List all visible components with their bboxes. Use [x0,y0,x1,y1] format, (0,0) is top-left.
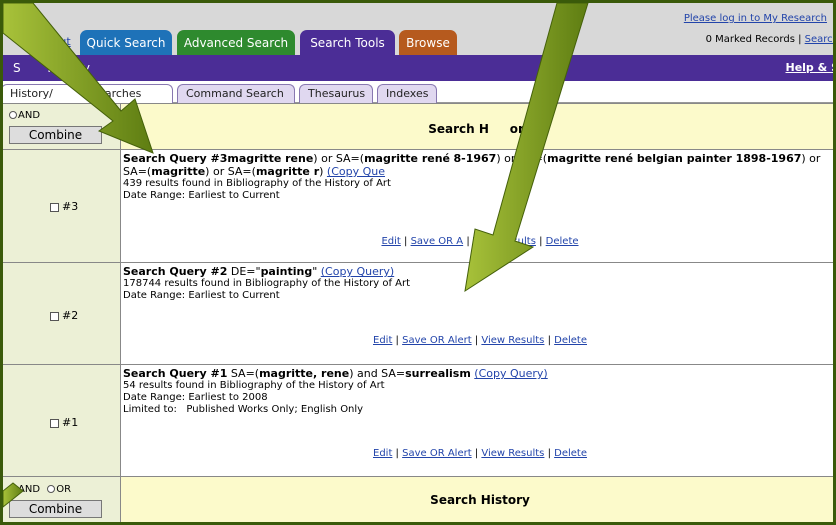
query-date-range-3: Date Range: Earliest to Current [123,190,280,201]
subtab-bar: History/ e Searches Command Search Thesa… [3,81,833,103]
query-detail-cell-3: Search Query #3magritte rene) or SA=(mag… [121,150,833,262]
login-my-research-link[interactable]: Please log in to My Research [684,13,827,24]
query-title-3: Search Query #3 [123,152,228,165]
marked-records: 0 Marked Records | Search [705,34,833,45]
radio-and-label-bottom: AND [18,484,41,495]
history-footer-title: Search History [430,493,530,507]
query-actions-3: Edit | Save OR A | View Results | Delete [381,236,579,247]
tab-advanced-search[interactable]: Advanced Search [177,30,295,55]
section-title: S History [13,61,91,75]
view-results-link-2[interactable]: View Results [481,335,544,346]
query-limits-1: Limited to: Published Works Only; Englis… [123,404,364,415]
subtab-indexes[interactable]: Indexes [377,84,437,103]
query-select-cell-1: #1 [3,365,121,476]
radio-and-label-top: AND [18,110,41,121]
query-results-1: 54 results found in Bibliography of the … [123,380,385,391]
query-expression-1: SA=(magritte, rene) and SA=surrealism [227,367,471,380]
top-navigation-bar: Logout Quick Search Advanced Search Sear… [3,3,833,55]
combine-button-bottom[interactable]: Combine [9,500,102,518]
query-title-1: Search Query #1 [123,367,228,380]
radio-and-bottom[interactable] [9,485,17,493]
query-checkbox-label-1: #1 [62,416,79,429]
query-detail-cell-1: Search Query #1 SA=(magritte, rene) and … [121,365,833,476]
tab-browse[interactable]: Browse [399,30,457,55]
marked-records-count: 0 Marked Records | [705,34,805,45]
screenshot-frame: Logout Quick Search Advanced Search Sear… [0,0,836,525]
combine-options-top: AND [9,110,40,121]
query-results-3: 439 results found in Bibliography of the… [123,178,391,189]
tab-quick-search[interactable]: Quick Search [80,30,172,55]
query-select-cell-3: #3 [3,150,121,262]
query-date-range-2: Date Range: Earliest to Current [123,290,280,301]
delete-link-3[interactable]: Delete [546,236,579,247]
view-results-link-3[interactable]: View Results [473,236,536,247]
subtab-command-search[interactable]: Command Search [177,84,295,103]
history-footer-row: AND OR Combine Search History [3,476,833,522]
save-alert-link-2[interactable]: Save OR Alert [402,335,472,346]
section-title-bar: S History Help & S [3,55,834,81]
save-alert-link-3[interactable]: Save OR A [411,236,464,247]
history-header-row: AND Combine Search H ory [3,103,833,149]
copy-query-link-2[interactable]: (Copy Query) [321,265,394,278]
help-link[interactable]: Help & S [786,61,834,74]
query-actions-1: Edit | Save OR Alert | View Results | De… [373,448,587,459]
query-results-2: 178744 results found in Bibliography of … [123,278,411,289]
search-history-table: AND Combine Search H ory #3 Search Query… [3,103,833,522]
edit-link-2[interactable]: Edit [373,335,392,346]
history-header-title: Search H ory [428,122,532,136]
query-checkbox-line-1: #1 [50,416,78,429]
save-alert-link-1[interactable]: Save OR Alert [402,448,472,459]
query-text-1: Search Query #1 SA=(magritte, rene) and … [123,367,833,416]
history-header-cell: Search H ory [121,104,833,149]
query-expression-3: magritte rene) or SA=(magritte rené 8-19… [123,152,821,178]
combine-options-bottom: AND OR [9,484,71,495]
query-checkbox-2[interactable] [50,311,59,321]
query-text-3: Search Query #3magritte rene) or SA=(mag… [123,152,833,202]
delete-link-2[interactable]: Delete [554,335,587,346]
delete-link-1[interactable]: Delete [554,448,587,459]
radio-or-label-bottom: OR [56,484,72,495]
query-checkbox-label-2: #2 [62,309,79,322]
query-checkbox-label-3: #3 [62,200,79,213]
edit-link-1[interactable]: Edit [373,448,392,459]
combine-cell-bottom: AND OR Combine [3,477,121,522]
radio-or-bottom[interactable] [47,485,56,493]
view-results-link-1[interactable]: View Results [481,448,544,459]
radio-and-top[interactable] [9,111,17,119]
combine-cell-top: AND Combine [3,104,121,149]
query-title-2: Search Query #2 [123,265,228,278]
query-row-3: #3 Search Query #3magritte rene) or SA=(… [3,149,833,262]
subtab-thesaurus[interactable]: Thesaurus [299,84,373,103]
copy-query-link-1[interactable]: (Copy Query) [474,367,547,380]
query-actions-2: Edit | Save OR Alert | View Results | De… [373,335,587,346]
tab-search-tools[interactable]: Search Tools [300,30,395,55]
query-detail-cell-2: Search Query #2 DE="painting" (Copy Quer… [121,263,833,364]
query-text-2: Search Query #2 DE="painting" (Copy Quer… [123,265,833,302]
subtab-history[interactable]: History/ e Searches [3,84,173,103]
query-row-1: #1 Search Query #1 SA=(magritte, rene) a… [3,364,833,476]
query-checkbox-3[interactable] [50,202,59,212]
query-row-2: #2 Search Query #2 DE="painting" (Copy Q… [3,262,833,364]
edit-link-3[interactable]: Edit [381,236,400,247]
query-expression-2: DE="painting" [227,265,321,278]
logout-link[interactable]: Logout [33,35,71,48]
marked-search-link[interactable]: Search [805,34,833,45]
query-select-cell-2: #2 [3,263,121,364]
query-checkbox-line-3: #3 [50,200,78,213]
query-date-range-1: Date Range: Earliest to 2008 [123,392,268,403]
copy-query-link-3[interactable]: (Copy Que [327,165,385,178]
query-checkbox-line-2: #2 [50,309,78,322]
history-footer-cell: Search History [121,477,833,522]
combine-button-top[interactable]: Combine [9,126,102,144]
query-checkbox-1[interactable] [50,418,59,428]
